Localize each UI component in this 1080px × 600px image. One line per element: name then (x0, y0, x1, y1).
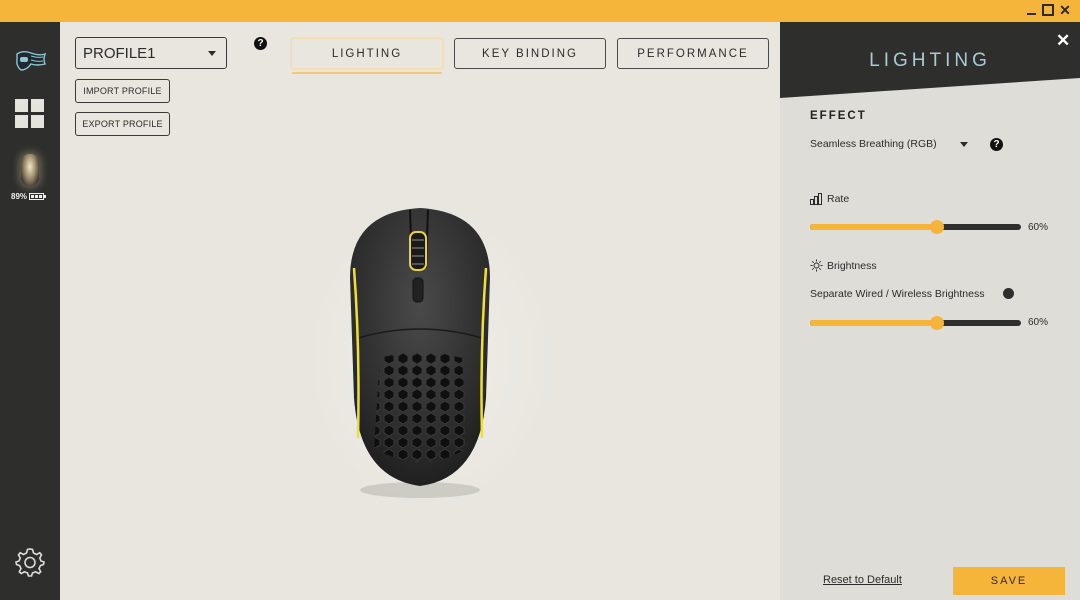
chevron-down-icon (960, 142, 968, 147)
slider-fill (810, 320, 937, 326)
device-battery-info: 89% (11, 192, 47, 201)
window-close-button[interactable]: ✕ (1058, 3, 1072, 17)
maximize-button[interactable] (1041, 3, 1055, 17)
brand-logo-icon (16, 51, 47, 71)
device-mouse-button[interactable]: 89% (8, 152, 52, 208)
grid-cell (31, 99, 44, 112)
profile-selected: PROFILE1 (83, 44, 156, 62)
bar-signal-icon (810, 193, 822, 205)
brightness-label: Brightness (810, 259, 877, 272)
panel-close-button[interactable]: ✕ (1056, 31, 1070, 51)
rate-text: Rate (827, 193, 850, 205)
separate-brightness-text: Separate Wired / Wireless Brightness (810, 288, 985, 300)
tab-lighting[interactable]: LIGHTING (291, 38, 443, 69)
separate-brightness-toggle[interactable] (1003, 288, 1014, 299)
profile-help-icon[interactable]: ? (254, 37, 267, 50)
tab-key-binding[interactable]: KEY BINDING (454, 38, 606, 69)
dashboard-grid-button[interactable] (15, 99, 45, 129)
title-bar: ✕ (0, 0, 1080, 22)
rate-value: 60% (1028, 222, 1049, 233)
sun-icon (810, 259, 823, 272)
rate-slider[interactable] (810, 220, 1021, 234)
sidebar: 89% (0, 22, 60, 600)
gaming-mouse-image (350, 208, 490, 498)
minimize-button[interactable] (1024, 3, 1038, 17)
effect-label: EFFECT (810, 110, 867, 122)
effect-selected: Seamless Breathing (RGB) (810, 138, 937, 150)
slider-knob[interactable] (929, 316, 944, 330)
brightness-text: Brightness (827, 259, 877, 272)
profile-dropdown[interactable]: PROFILE1 (75, 37, 227, 69)
battery-icon (29, 193, 47, 200)
export-profile-button[interactable]: EXPORT PROFILE (75, 112, 170, 136)
brightness-value: 60% (1028, 317, 1049, 328)
rate-label: Rate (810, 193, 849, 205)
gear-icon[interactable] (14, 546, 46, 578)
grid-cell (15, 115, 28, 128)
mouse-preview (280, 172, 580, 542)
slider-fill (810, 224, 937, 230)
grid-cell (15, 99, 28, 112)
battery-percent: 89% (11, 192, 28, 201)
active-tab-indicator (292, 72, 442, 74)
effect-dropdown[interactable]: Seamless Breathing (RGB) (810, 135, 970, 153)
mouse-device-icon (21, 154, 39, 186)
import-profile-button[interactable]: IMPORT PROFILE (75, 79, 170, 103)
grid-cell (31, 115, 44, 128)
lighting-panel: LIGHTING ✕ EFFECT Seamless Breathing (RG… (780, 22, 1080, 600)
chevron-down-icon (208, 51, 216, 56)
brightness-slider[interactable] (810, 316, 1021, 330)
save-button[interactable]: SAVE (953, 567, 1065, 595)
tab-performance[interactable]: PERFORMANCE (617, 38, 769, 69)
effect-help-icon[interactable]: ? (990, 138, 1003, 151)
reset-to-default-link[interactable]: Reset to Default (823, 574, 902, 586)
main-area: PROFILE1 ? IMPORT PROFILE EXPORT PROFILE… (60, 22, 780, 600)
slider-knob[interactable] (929, 220, 944, 234)
panel-title: LIGHTING (869, 50, 991, 71)
separate-brightness-label: Separate Wired / Wireless Brightness (810, 288, 984, 300)
